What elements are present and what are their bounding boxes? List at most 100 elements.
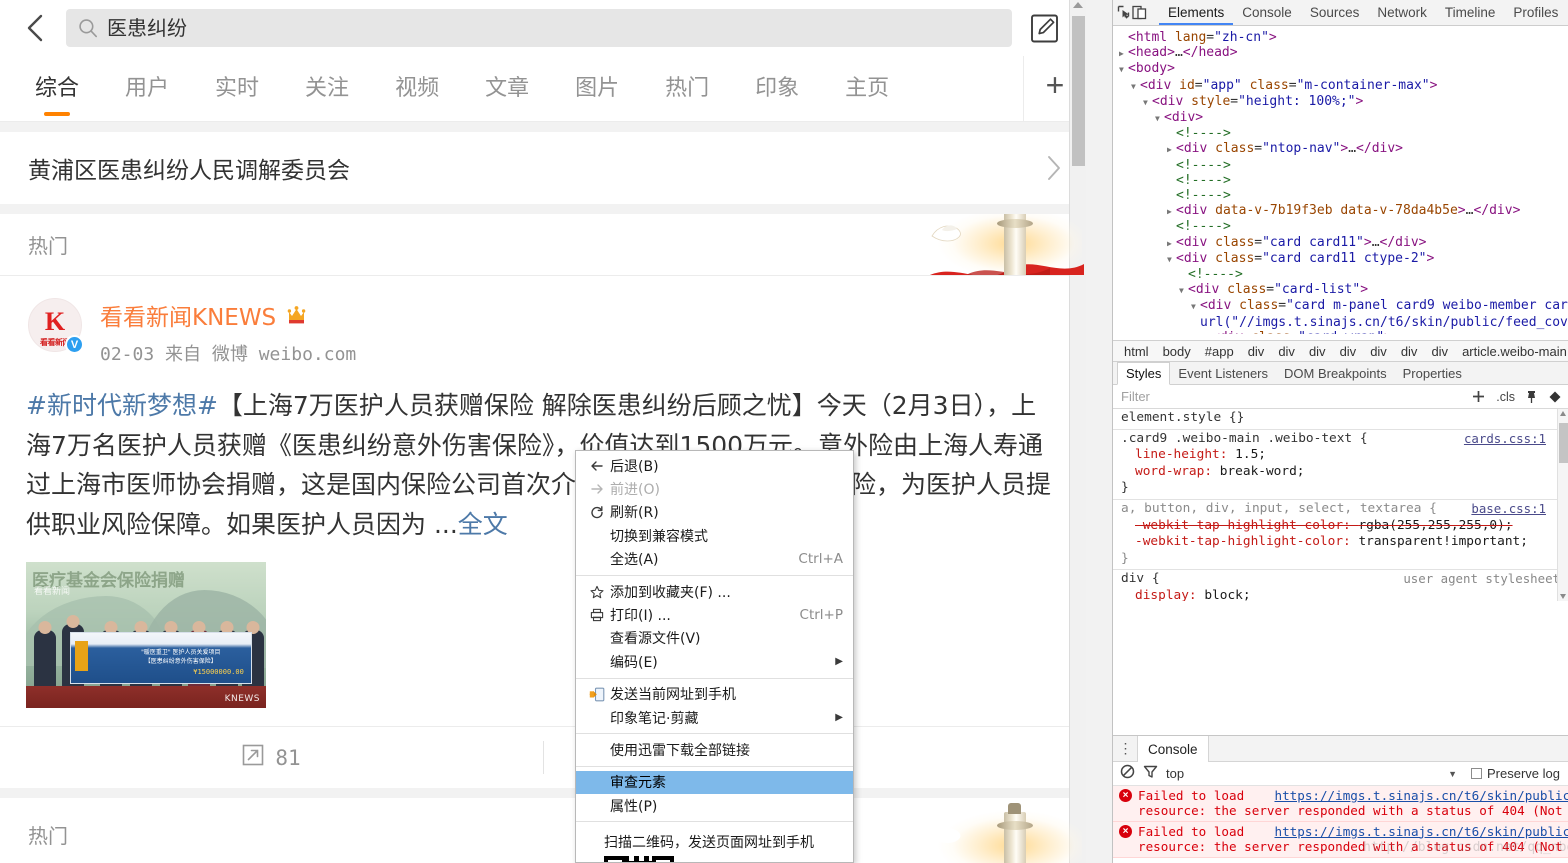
inspect-element-icon[interactable] [1117, 2, 1132, 24]
styles-scrollbar[interactable] [1557, 409, 1568, 601]
style-rule-3[interactable]: div {user agent stylesheet display: block… [1113, 569, 1568, 601]
author-name[interactable]: 看看新闻KNEWS [100, 298, 276, 332]
breadcrumb-item-10[interactable]: article.weibo-main [1455, 344, 1568, 359]
styles-pane[interactable]: element.style {} .card9 .weibo-main .weib… [1113, 409, 1568, 601]
tab-3[interactable]: 关注 [300, 62, 354, 116]
context-menu-item-0[interactable]: 后退(B) [576, 454, 853, 477]
tab-6[interactable]: 图片 [570, 62, 624, 116]
dom-node-14[interactable]: <div class="card card11 ctype-2"> [1119, 251, 1568, 267]
tab-1[interactable]: 用户 [120, 62, 174, 116]
rule-prop-0[interactable]: line-height: 1.5; [1121, 447, 1560, 464]
dom-node-1[interactable]: <head>…</head> [1119, 45, 1568, 61]
browser-context-menu[interactable]: 后退(B) 前进(O) 刷新(R) 切换到兼容模式 全选(A) Ctrl+A 添加到收藏夹(… [575, 450, 854, 863]
dom-node-6[interactable]: <!----> [1119, 126, 1568, 141]
style-rule-1[interactable]: .card9 .weibo-main .weibo-text {cards.cs… [1113, 428, 1568, 499]
dom-node-12[interactable]: <!----> [1119, 219, 1568, 234]
context-menu-item-14[interactable]: 使用迅雷下载全部链接 [576, 738, 853, 761]
context-menu-item-4[interactable]: 全选(A) Ctrl+A [576, 548, 853, 571]
dom-tree[interactable]: <html lang="zh-cn"><head>…</head><body><… [1113, 26, 1568, 334]
rule-source[interactable]: user agent stylesheet [1403, 571, 1560, 588]
dom-node-13[interactable]: <div class="card card11">…</div> [1119, 235, 1568, 251]
compose-button[interactable] [1026, 9, 1064, 47]
breadcrumb-item-8[interactable]: div [1394, 344, 1425, 359]
style-rule-2[interactable]: a, button, div, input, select, textarea … [1113, 498, 1568, 569]
organization-result-card[interactable]: 黄浦区医患纠纷人民调解委员会 [0, 132, 1086, 204]
devtools-tab-timeline[interactable]: Timeline [1436, 0, 1505, 25]
context-menu-item-11[interactable]: 发送当前网址到手机 [576, 683, 853, 706]
sidebar-tab-styles[interactable]: Styles [1117, 362, 1171, 385]
dom-node-10[interactable]: <!----> [1119, 188, 1568, 203]
rule-prop-1[interactable]: word-wrap: break-word; [1121, 464, 1560, 481]
dom-node-2[interactable]: <body> [1119, 61, 1568, 77]
drawer-menu-icon[interactable]: ⋮ [1115, 736, 1137, 761]
sidebar-tab-properties[interactable]: Properties [1395, 362, 1470, 384]
toggle-class-button[interactable]: .cls [1496, 390, 1515, 404]
breadcrumb-item-6[interactable]: div [1333, 344, 1364, 359]
dom-node-17[interactable]: <div class="card m-panel card9 weibo-mem… [1119, 298, 1568, 314]
scrollbar-thumb[interactable] [1072, 16, 1085, 166]
rule-prop-0[interactable]: display: block; [1121, 588, 1560, 601]
read-more-link[interactable]: 全文 [458, 510, 508, 539]
action-repost[interactable]: 81 [0, 727, 543, 788]
context-menu-item-9[interactable]: 编码(E) ▶ [576, 650, 853, 673]
back-button[interactable] [18, 11, 52, 45]
context-menu-item-17[interactable]: 属性(P) [576, 794, 853, 817]
console-context-selector[interactable]: top [1166, 766, 1184, 781]
tab-console[interactable]: Console [1137, 736, 1209, 762]
context-menu-item-7[interactable]: 打印(I) ... Ctrl+P [576, 603, 853, 626]
context-menu-item-16[interactable]: 审查元素 [576, 770, 853, 795]
tab-0[interactable]: 综合 [30, 62, 84, 116]
tab-5[interactable]: 文章 [480, 62, 534, 116]
context-menu-item-3[interactable]: 切换到兼容模式 [576, 524, 853, 547]
page-scrollbar[interactable] [1069, 0, 1086, 863]
source-url[interactable]: weibo.com [259, 344, 357, 365]
styles-scroll-up-icon[interactable] [1560, 411, 1566, 416]
devtools-tab-console[interactable]: Console [1233, 0, 1301, 25]
dom-node-9[interactable]: <!----> [1119, 173, 1568, 188]
filter-icon[interactable] [1143, 764, 1158, 784]
dom-node-5[interactable]: <div> [1119, 110, 1568, 126]
search-input[interactable]: 医患纠纷 [66, 9, 1012, 47]
scroll-up-arrow-icon[interactable] [1073, 2, 1083, 8]
breadcrumb-item-7[interactable]: div [1363, 344, 1394, 359]
gem-icon[interactable] [1548, 390, 1562, 404]
devtools-tab-elements[interactable]: Elements [1159, 0, 1234, 25]
console-message-1[interactable]: × Failed to load https://imgs.t.sinajs.cn… [1113, 821, 1568, 858]
breadcrumb-item-9[interactable]: div [1424, 344, 1455, 359]
post-image-thumbnail[interactable]: 医疗基金会保险捐赠 看看新闻 "暖医重卫" 医护人员关爱项目 【医患纠纷意外伤害… [26, 562, 266, 708]
dom-node-7[interactable]: <div class="ntop-nav">…</div> [1119, 141, 1568, 157]
pin-icon[interactable] [1525, 390, 1538, 404]
console-link[interactable]: https://imgs.t.sinajs.cn/t6/skin/public/… [1274, 788, 1568, 803]
new-style-rule-button[interactable] [1471, 389, 1486, 404]
styles-filter-input[interactable]: Filter [1121, 389, 1461, 404]
avatar[interactable]: K 看看新闻 V [28, 298, 84, 354]
tab-9[interactable]: 主页 [840, 62, 894, 116]
styles-scroll-down-icon[interactable] [1560, 594, 1566, 599]
dom-node-18[interactable]: url("//imgs.t.sinajs.cn/t6/skin/public/f… [1119, 315, 1568, 330]
context-menu-item-6[interactable]: 添加到收藏夹(F) ... [576, 580, 853, 603]
sidebar-tab-event-listeners[interactable]: Event Listeners [1170, 362, 1276, 384]
sidebar-tab-dom-breakpoints[interactable]: DOM Breakpoints [1276, 362, 1395, 384]
preserve-log-checkbox[interactable] [1471, 768, 1483, 779]
breadcrumb-item-3[interactable]: div [1241, 344, 1272, 359]
style-rule-0[interactable]: element.style {} [1113, 409, 1568, 429]
dom-node-3[interactable]: <div id="app" class="m-container-max"> [1119, 78, 1568, 94]
chevron-down-icon[interactable]: ▼ [1448, 769, 1457, 779]
context-menu-item-2[interactable]: 刷新(R) [576, 501, 853, 524]
tab-8[interactable]: 印象 [750, 62, 804, 116]
rule-prop-1[interactable]: -webkit-tap-highlight-color: transparent… [1121, 534, 1560, 551]
topic-link[interactable]: #新时代新梦想# [26, 391, 218, 420]
dom-node-8[interactable]: <!----> [1119, 158, 1568, 173]
rule-source[interactable]: base.css:1 [1471, 501, 1546, 518]
breadcrumb-item-5[interactable]: div [1302, 344, 1333, 359]
breadcrumb-item-1[interactable]: body [1156, 344, 1198, 359]
console-message-0[interactable]: × Failed to load https://imgs.t.sinajs.cn… [1113, 786, 1568, 822]
console-link[interactable]: https://imgs.t.sinajs.cn/t6/skin/public/… [1274, 824, 1568, 839]
devtools-tab-profiles[interactable]: Profiles [1504, 0, 1567, 25]
tab-2[interactable]: 实时 [210, 62, 264, 116]
dom-node-16[interactable]: <div class="card-list"> [1119, 282, 1568, 298]
breadcrumb-item-0[interactable]: html [1117, 344, 1156, 359]
preserve-log-toggle[interactable]: Preserve log [1471, 766, 1560, 781]
context-menu-item-12[interactable]: 印象笔记·剪藏 ▶ [576, 706, 853, 729]
rule-source[interactable]: cards.css:1 [1464, 431, 1546, 448]
